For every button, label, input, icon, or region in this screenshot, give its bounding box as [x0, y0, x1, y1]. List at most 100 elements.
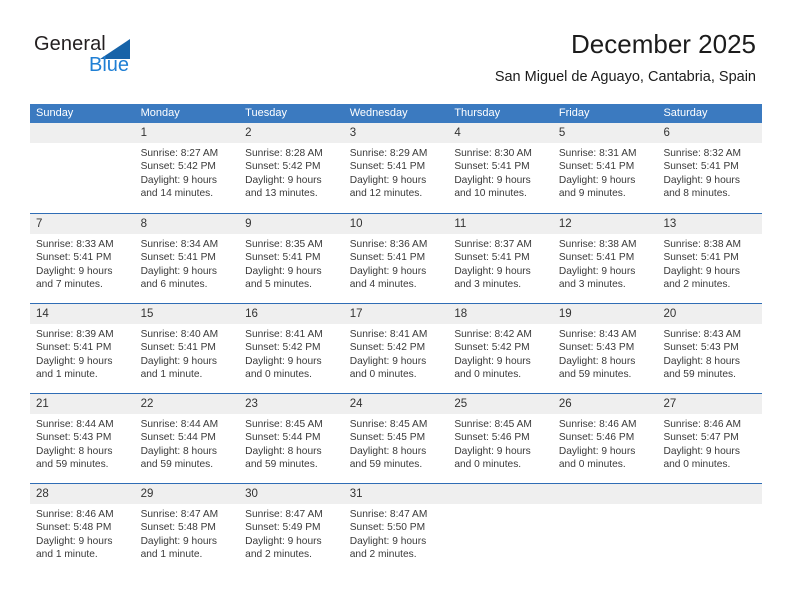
calendar-day-cell[interactable]: 25 Sunrise: 8:45 AM Sunset: 5:46 PM Dayligh… [448, 394, 553, 483]
calendar-day-cell[interactable]: 3 Sunrise: 8:29 AM Sunset: 5:41 PM Daylight… [343, 123, 449, 213]
calendar-day-cell[interactable]: 21 Sunrise: 8:44 AM Sunset: 5:43 PM Dayligh… [30, 394, 135, 483]
day-detail-block: Sunrise: 8:45 AM Sunset: 5:44 PM Daylight:… [239, 414, 344, 472]
day-detail-block: Sunrise: 8:34 AM Sunset: 5:41 PM Daylight:… [135, 234, 240, 292]
daylight-text-line1: Daylight: 9 hours [558, 174, 636, 186]
calendar-day-cell[interactable]: 17 Sunrise: 8:41 AM Sunset: 5:42 PM Dayligh… [343, 304, 449, 393]
day-number: 26 [558, 398, 572, 410]
sunset-text: Sunset: 5:44 PM [245, 432, 321, 444]
calendar-day-cell[interactable]: 27 Sunrise: 8:46 AM Sunset: 5:47 PM Dayligh… [657, 394, 763, 483]
sunrise-text: Sunrise: 8:46 AM [663, 419, 742, 430]
daylight-text-line1: Daylight: 9 hours [349, 174, 427, 186]
daylight-text-line2: and 59 minutes. [36, 459, 109, 471]
sunset-text: Sunset: 5:41 PM [454, 161, 530, 173]
day-detail-block: Sunrise: 8:38 AM Sunset: 5:41 PM Daylight:… [553, 234, 658, 292]
calendar-day-cell[interactable]: 9 Sunrise: 8:35 AM Sunset: 5:41 PM Daylight… [239, 214, 344, 303]
day-detail-block: Sunrise: 8:38 AM Sunset: 5:41 PM Daylight:… [657, 234, 762, 292]
sunset-text: Sunset: 5:47 PM [663, 432, 739, 444]
calendar-day-cell-empty [30, 123, 135, 213]
day-number: 1 [140, 127, 147, 139]
sunrise-text: Sunrise: 8:45 AM [349, 419, 428, 430]
calendar-day-cell[interactable]: 20 Sunrise: 8:43 AM Sunset: 5:43 PM Dayligh… [657, 304, 763, 393]
calendar-day-cell[interactable]: 6 Sunrise: 8:32 AM Sunset: 5:41 PM Daylight… [657, 123, 763, 213]
calendar-day-cell[interactable]: 18 Sunrise: 8:42 AM Sunset: 5:42 PM Dayligh… [448, 304, 553, 393]
sunrise-text: Sunrise: 8:32 AM [663, 148, 742, 159]
day-detail-block: Sunrise: 8:35 AM Sunset: 5:41 PM Daylight:… [239, 234, 344, 292]
day-number-strip: 21 [30, 394, 135, 414]
weekday-header-wednesday: Wednesday [349, 107, 408, 119]
page-title: December 2025 [571, 29, 756, 59]
calendar-day-cell[interactable]: 15 Sunrise: 8:40 AM Sunset: 5:41 PM Dayligh… [134, 304, 240, 393]
sunrise-text: Sunrise: 8:41 AM [349, 329, 428, 340]
calendar-day-cell[interactable]: 14 Sunrise: 8:39 AM Sunset: 5:41 PM Dayligh… [30, 304, 135, 393]
calendar-day-cell[interactable]: 22 Sunrise: 8:44 AM Sunset: 5:44 PM Dayligh… [134, 394, 240, 483]
daylight-text-line2: and 59 minutes. [140, 459, 214, 471]
day-number: 29 [140, 488, 154, 500]
day-number-strip: 10 [343, 214, 449, 234]
calendar-day-cell[interactable]: 13 Sunrise: 8:38 AM Sunset: 5:41 PM Dayligh… [657, 214, 763, 303]
day-number: 10 [349, 218, 363, 230]
calendar-day-cell[interactable]: 16 Sunrise: 8:41 AM Sunset: 5:42 PM Dayligh… [239, 304, 344, 393]
day-number: 5 [558, 127, 566, 139]
day-number: 24 [349, 398, 363, 410]
calendar-day-cell[interactable]: 19 Sunrise: 8:43 AM Sunset: 5:43 PM Dayligh… [552, 304, 658, 393]
daylight-text-line1: Daylight: 9 hours [140, 265, 218, 277]
daylight-text-line1: Daylight: 9 hours [454, 355, 531, 367]
day-detail-block: Sunrise: 8:41 AM Sunset: 5:42 PM Daylight:… [344, 324, 449, 382]
day-detail-block: Sunrise: 8:44 AM Sunset: 5:43 PM Daylight:… [30, 414, 135, 472]
daylight-text-line2: and 1 minute. [140, 549, 203, 561]
daylight-text-line1: Daylight: 9 hours [140, 355, 218, 367]
calendar-day-cell[interactable]: 10 Sunrise: 8:36 AM Sunset: 5:41 PM Dayligh… [343, 214, 449, 303]
day-detail-block: Sunrise: 8:47 AM Sunset: 5:48 PM Daylight:… [135, 504, 240, 562]
day-detail-block: Sunrise: 8:45 AM Sunset: 5:46 PM Daylight:… [448, 414, 553, 472]
day-number: 22 [140, 398, 154, 410]
sunset-text: Sunset: 5:45 PM [349, 432, 426, 444]
sunrise-text: Sunrise: 8:29 AM [349, 148, 428, 159]
sunrise-text: Sunrise: 8:30 AM [454, 148, 532, 159]
daylight-text-line2: and 6 minutes. [140, 279, 208, 291]
day-number-strip [657, 484, 763, 504]
day-number-strip: 11 [448, 214, 553, 234]
day-detail-block: Sunrise: 8:27 AM Sunset: 5:42 PM Daylight:… [135, 143, 240, 201]
daylight-text-line1: Daylight: 9 hours [663, 174, 740, 186]
calendar-day-cell[interactable]: 23 Sunrise: 8:45 AM Sunset: 5:44 PM Dayligh… [239, 394, 344, 483]
daylight-text-line1: Daylight: 9 hours [36, 535, 113, 547]
calendar-day-cell[interactable]: 12 Sunrise: 8:38 AM Sunset: 5:41 PM Dayligh… [552, 214, 658, 303]
daylight-text-line1: Daylight: 9 hours [558, 265, 636, 277]
calendar-day-cell[interactable]: 30 Sunrise: 8:47 AM Sunset: 5:49 PM Dayligh… [239, 484, 344, 573]
calendar-day-cell[interactable]: 26 Sunrise: 8:46 AM Sunset: 5:46 PM Dayligh… [552, 394, 658, 483]
day-number-strip [552, 484, 658, 504]
daylight-text-line1: Daylight: 9 hours [36, 265, 113, 277]
calendar-day-cell[interactable]: 4 Sunrise: 8:30 AM Sunset: 5:41 PM Daylight… [448, 123, 553, 213]
daylight-text-line2: and 1 minute. [36, 369, 98, 381]
calendar-day-cell[interactable]: 31 Sunrise: 8:47 AM Sunset: 5:50 PM Dayligh… [343, 484, 449, 573]
calendar-day-cell[interactable]: 28 Sunrise: 8:46 AM Sunset: 5:48 PM Dayligh… [30, 484, 135, 573]
day-number-strip: 7 [30, 214, 135, 234]
day-number: 6 [663, 127, 670, 139]
daylight-text-line2: and 3 minutes. [558, 279, 626, 291]
calendar-week-row: 28 Sunrise: 8:46 AM Sunset: 5:48 PM Dayligh… [30, 483, 763, 573]
calendar-day-cell[interactable]: 11 Sunrise: 8:37 AM Sunset: 5:41 PM Dayligh… [448, 214, 553, 303]
general-blue-logo[interactable]: General Blue [34, 33, 164, 81]
day-number: 3 [349, 127, 357, 139]
sunrise-text: Sunrise: 8:34 AM [140, 239, 219, 250]
day-detail-block: Sunrise: 8:44 AM Sunset: 5:44 PM Daylight:… [135, 414, 240, 472]
daylight-text-line2: and 5 minutes. [245, 279, 312, 291]
calendar-day-cell[interactable]: 29 Sunrise: 8:47 AM Sunset: 5:48 PM Dayligh… [134, 484, 240, 573]
sunset-text: Sunset: 5:42 PM [245, 342, 321, 354]
daylight-text-line2: and 0 minutes. [454, 459, 522, 471]
calendar-day-cell[interactable]: 5 Sunrise: 8:31 AM Sunset: 5:41 PM Daylight… [552, 123, 658, 213]
sunrise-text: Sunrise: 8:36 AM [349, 239, 428, 250]
calendar-day-cell[interactable]: 24 Sunrise: 8:45 AM Sunset: 5:45 PM Dayligh… [343, 394, 449, 483]
day-number-strip: 28 [30, 484, 135, 504]
daylight-text-line2: and 59 minutes. [245, 459, 318, 471]
sunset-text: Sunset: 5:41 PM [36, 252, 112, 264]
calendar-day-cell[interactable]: 8 Sunrise: 8:34 AM Sunset: 5:41 PM Daylight… [134, 214, 240, 303]
calendar-day-cell[interactable]: 1 Sunrise: 8:27 AM Sunset: 5:42 PM Daylight… [134, 123, 240, 213]
weekday-header-friday: Friday [558, 107, 590, 119]
sunrise-text: Sunrise: 8:37 AM [454, 239, 532, 250]
calendar-day-cell[interactable]: 7 Sunrise: 8:33 AM Sunset: 5:41 PM Daylight… [30, 214, 135, 303]
day-detail-block: Sunrise: 8:46 AM Sunset: 5:48 PM Daylight:… [30, 504, 135, 562]
day-number: 17 [349, 308, 363, 320]
calendar-day-cell[interactable]: 2 Sunrise: 8:28 AM Sunset: 5:42 PM Daylight… [239, 123, 344, 213]
sunset-text: Sunset: 5:46 PM [558, 432, 635, 444]
